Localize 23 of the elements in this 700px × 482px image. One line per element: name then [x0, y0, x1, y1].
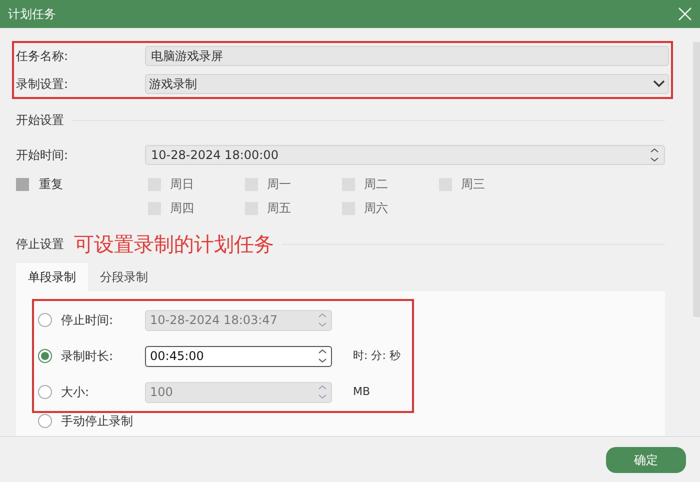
section-heading: 开始设置	[16, 112, 64, 129]
repeat-checkbox[interactable]: 重复	[16, 175, 63, 193]
window-title: 计划任务	[8, 6, 56, 23]
spinner-icon[interactable]	[650, 147, 659, 163]
chevron-down-icon	[653, 80, 665, 88]
record-setting-dropdown[interactable]: 游戏录制	[145, 74, 669, 94]
unit-label: MB	[353, 384, 370, 400]
option-field[interactable]: 00:45:00	[145, 346, 332, 366]
tab[interactable]: 单段录制	[16, 263, 88, 291]
close-icon[interactable]	[678, 7, 692, 21]
option-radio[interactable]: 手动停止录制	[32, 414, 665, 428]
spinner-icon[interactable]	[318, 348, 327, 364]
tab[interactable]: 分段录制	[88, 263, 160, 291]
field-label: 录制设置:	[16, 76, 70, 93]
start-time-field[interactable]: 10-28-2024 18:00:00	[145, 145, 665, 165]
confirm-button[interactable]: 确定	[606, 446, 686, 472]
unit-label: 时: 分: 秒	[353, 348, 400, 364]
section-heading: 停止设置	[16, 236, 64, 253]
annotation-text: 可设置录制的计划任务	[74, 231, 274, 257]
field-label: 开始时间:	[16, 147, 70, 164]
option-radio[interactable]: 录制时长:	[38, 347, 145, 365]
task-name-field[interactable]: 电脑游戏录屏	[145, 46, 669, 66]
field-label: 任务名称:	[16, 48, 70, 65]
